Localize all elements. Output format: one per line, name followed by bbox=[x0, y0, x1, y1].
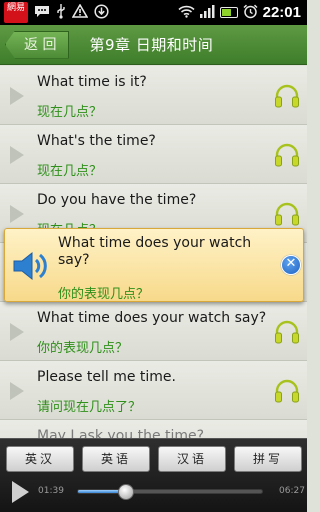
headphones-icon[interactable] bbox=[274, 319, 300, 345]
play-icon[interactable] bbox=[10, 87, 24, 105]
phrase-english: May I ask you the time? bbox=[37, 428, 205, 438]
phrase-english: Do you have the time? bbox=[37, 192, 197, 208]
elapsed-time: 01:39 bbox=[38, 486, 64, 496]
headphones-icon[interactable] bbox=[274, 83, 300, 109]
title-bar: 返 回 第9章 日期和时间 bbox=[0, 25, 307, 65]
battery-level-fill bbox=[221, 9, 231, 16]
phrase-english: What time is it? bbox=[37, 74, 147, 90]
phrase-chinese: 你的表现几点？ bbox=[37, 341, 129, 356]
bottom-bar: 英汉 英语 汉语 拼写 01:39 06:27 bbox=[0, 438, 307, 512]
phrase-row[interactable]: Please tell me time. 请问现在几点了？ bbox=[0, 361, 307, 420]
status-bar: 網易 22:01 bbox=[0, 0, 307, 25]
phrase-chinese: 现在几点？ bbox=[37, 105, 103, 120]
audio-player: 01:39 06:27 bbox=[0, 479, 307, 509]
progress-slider[interactable] bbox=[77, 484, 263, 500]
phrase-row[interactable]: May I ask you the time? bbox=[0, 420, 307, 438]
mode-spelling-button[interactable]: 拼写 bbox=[234, 446, 302, 472]
speaker-icon[interactable] bbox=[11, 249, 51, 283]
popup-english: What time does your watch say? bbox=[58, 235, 252, 268]
phrase-row[interactable]: What time does your watch say? 你的表现几点？ bbox=[0, 302, 307, 361]
warning-icon bbox=[71, 3, 89, 21]
netease-app-icon: 網易 bbox=[4, 2, 28, 23]
mode-english-button[interactable]: 英语 bbox=[82, 446, 150, 472]
headphones-icon[interactable] bbox=[274, 378, 300, 404]
phrase-chinese: 请问现在几点了？ bbox=[37, 400, 142, 415]
clock-time: 22:01 bbox=[262, 4, 301, 21]
phrase-row[interactable]: What time is it? 现在几点？ bbox=[0, 66, 307, 125]
play-button[interactable] bbox=[12, 481, 29, 503]
phrase-english: What time does your watch say? bbox=[37, 310, 267, 326]
phrase-english: What's the time? bbox=[37, 133, 156, 149]
headphones-icon[interactable] bbox=[274, 142, 300, 168]
close-icon[interactable]: ✕ bbox=[281, 255, 301, 275]
progress-thumb[interactable] bbox=[117, 484, 134, 500]
play-icon[interactable] bbox=[10, 382, 24, 400]
battery-charging-icon bbox=[219, 7, 238, 18]
signal-icon bbox=[199, 4, 215, 21]
wifi-icon bbox=[178, 5, 195, 21]
back-button[interactable]: 返 回 bbox=[5, 30, 70, 59]
phrase-popup[interactable]: What time does your watch say? 你的表现几点？ ✕ bbox=[4, 228, 304, 302]
play-icon[interactable] bbox=[10, 205, 24, 223]
page-title: 第9章 日期和时间 bbox=[89, 36, 214, 54]
play-icon[interactable] bbox=[10, 323, 24, 341]
mode-en-cn-button[interactable]: 英汉 bbox=[6, 446, 74, 472]
usb-icon bbox=[56, 3, 66, 22]
phrase-chinese: 现在几点？ bbox=[37, 164, 103, 179]
popup-chinese: 你的表现几点？ bbox=[58, 287, 150, 302]
chat-icon bbox=[34, 4, 50, 21]
headphones-icon[interactable] bbox=[274, 201, 300, 227]
mode-chinese-button[interactable]: 汉语 bbox=[158, 446, 226, 472]
total-time: 06:27 bbox=[279, 486, 305, 496]
phrase-row[interactable]: What's the time? 现在几点？ bbox=[0, 125, 307, 184]
play-icon[interactable] bbox=[10, 146, 24, 164]
download-icon bbox=[94, 3, 109, 22]
phrase-english: Please tell me time. bbox=[37, 369, 176, 385]
alarm-icon bbox=[243, 4, 258, 22]
